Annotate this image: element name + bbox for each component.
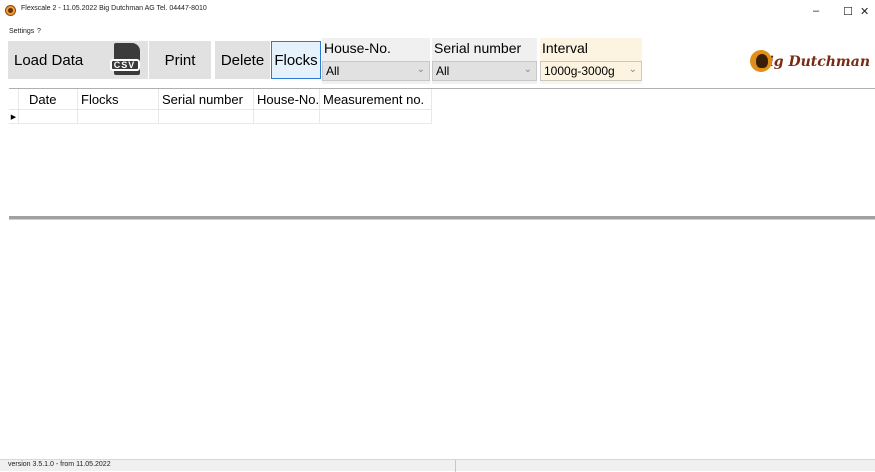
- column-header-measurement-no[interactable]: Measurement no.: [320, 89, 432, 110]
- status-separator: [455, 460, 456, 472]
- menu-settings[interactable]: Settings: [9, 28, 34, 35]
- print-button[interactable]: Print: [149, 41, 211, 79]
- chevron-down-icon: ⌄: [416, 64, 425, 75]
- house-select[interactable]: All ⌄: [322, 61, 430, 81]
- delete-button[interactable]: Delete: [215, 41, 270, 79]
- panel-splitter[interactable]: [9, 216, 875, 220]
- menu-bar: Settings ?: [0, 22, 875, 36]
- house-filter: House-No. All ⌄: [322, 38, 430, 84]
- grid-header: Date Flocks Serial number House-No. Meas…: [9, 89, 432, 110]
- interval-filter: Interval 1000g-3000g ⌄: [540, 38, 642, 84]
- version-text: version 3.5.1.0 - from 11.05.2022: [8, 461, 111, 468]
- logo-text: Big Dutchman: [756, 54, 870, 70]
- house-select-value: All: [326, 64, 340, 78]
- app-icon: [5, 5, 16, 16]
- logo-mark-icon: [750, 50, 772, 74]
- close-button[interactable]: ✕: [860, 0, 875, 22]
- column-header-date[interactable]: Date: [19, 89, 78, 110]
- big-dutchman-logo: Big Dutchman: [750, 49, 870, 75]
- table-cell[interactable]: [254, 110, 320, 124]
- menu-help[interactable]: ?: [37, 28, 41, 35]
- csv-icon-text: CSV: [109, 59, 140, 71]
- interval-filter-label: Interval: [542, 40, 588, 56]
- house-filter-label: House-No.: [324, 40, 391, 56]
- minimize-button[interactable]: –: [798, 0, 834, 22]
- column-header-flocks[interactable]: Flocks: [78, 89, 159, 110]
- load-data-button[interactable]: Load Data: [8, 41, 103, 79]
- row-header-corner: [9, 89, 19, 110]
- csv-export-button[interactable]: CSV: [103, 41, 148, 79]
- status-bar: version 3.5.1.0 - from 11.05.2022: [0, 459, 875, 472]
- data-grid[interactable]: Date Flocks Serial number House-No. Meas…: [9, 88, 875, 217]
- table-cell[interactable]: [320, 110, 432, 124]
- csv-file-icon: CSV: [109, 43, 142, 77]
- table-cell[interactable]: [78, 110, 159, 124]
- interval-select[interactable]: 1000g-3000g ⌄: [540, 61, 642, 81]
- table-cell[interactable]: [159, 110, 254, 124]
- table-cell[interactable]: [19, 110, 78, 124]
- chevron-down-icon: ⌄: [628, 64, 637, 75]
- column-header-house-no[interactable]: House-No.: [254, 89, 320, 110]
- chevron-down-icon: ⌄: [523, 64, 532, 75]
- table-row[interactable]: ▶: [9, 110, 432, 124]
- interval-select-value: 1000g-3000g: [544, 64, 615, 78]
- column-header-serial-number[interactable]: Serial number: [159, 89, 254, 110]
- toolbar: Load Data CSV Print Delete Flocks House-…: [5, 38, 875, 86]
- title-bar: Flexscale 2 - 11.05.2022 Big Dutchman AG…: [0, 0, 875, 22]
- serial-filter-label: Serial number: [434, 40, 522, 56]
- serial-filter: Serial number All ⌄: [432, 38, 537, 84]
- row-pointer-icon: ▶: [9, 110, 19, 124]
- flocks-button[interactable]: Flocks: [271, 41, 321, 79]
- serial-select[interactable]: All ⌄: [432, 61, 537, 81]
- window-title: Flexscale 2 - 11.05.2022 Big Dutchman AG…: [21, 5, 207, 12]
- serial-select-value: All: [436, 64, 450, 78]
